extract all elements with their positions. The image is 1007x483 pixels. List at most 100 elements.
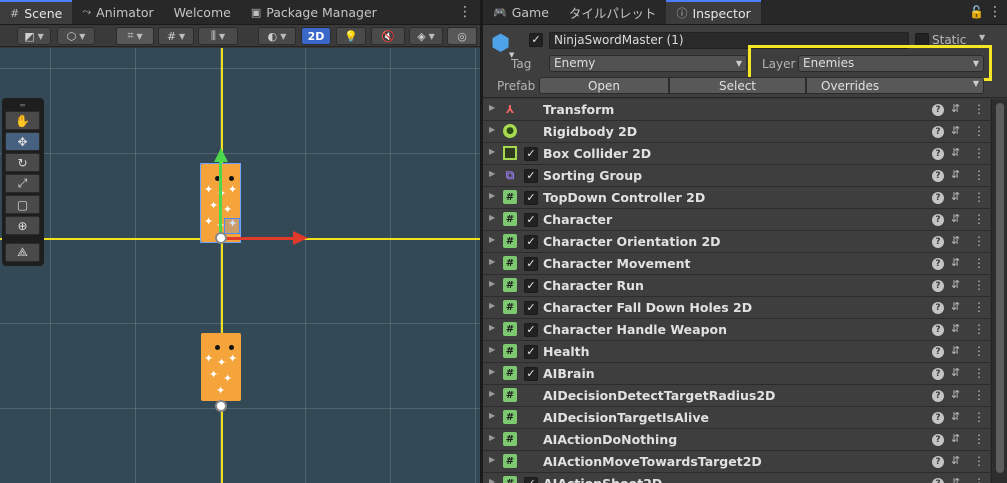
presets-icon[interactable]: ⇵ <box>951 278 960 291</box>
move-tool-button[interactable]: ✥ <box>5 132 40 151</box>
fold-arrow-icon[interactable]: ▶ <box>489 147 495 156</box>
help-icon[interactable]: ? <box>932 280 944 292</box>
presets-icon[interactable]: ⇵ <box>951 344 960 357</box>
presets-icon[interactable]: ⇵ <box>951 388 960 401</box>
custom-tool-button[interactable]: ⟁ <box>5 243 40 262</box>
help-icon[interactable]: ? <box>932 192 944 204</box>
component-row[interactable]: ▶ # AIDecisionDetectTargetRadius2D? ⇵ ⋮ <box>483 385 990 407</box>
fold-arrow-icon[interactable]: ▶ <box>489 235 495 244</box>
component-row[interactable]: ▶ # ✓ AIActionShoot2D? ⇵ ⋮ <box>483 473 990 483</box>
component-row[interactable]: ▶ # AIActionDoNothing? ⇵ ⋮ <box>483 429 990 451</box>
drag-handle-icon[interactable]: ═ <box>5 101 40 110</box>
component-row[interactable]: ▶ # ✓ AIBrain? ⇵ ⋮ <box>483 363 990 385</box>
help-icon[interactable]: ? <box>932 236 944 248</box>
presets-icon[interactable]: ⇵ <box>951 146 960 159</box>
presets-icon[interactable]: ⇵ <box>951 256 960 269</box>
component-row[interactable]: ▶ # ✓ Character Fall Down Holes 2D? ⇵ ⋮ <box>483 297 990 319</box>
render-mode-button[interactable]: ⬡ ▼ <box>57 27 95 45</box>
fold-arrow-icon[interactable]: ▶ <box>489 477 495 483</box>
presets-icon[interactable]: ⇵ <box>951 410 960 423</box>
tab-tile-palette[interactable]: タイルパレット <box>559 0 667 24</box>
kebab-menu-icon[interactable]: ⋮ <box>973 410 985 424</box>
component-row[interactable]: ▶ # ✓ Character Movement? ⇵ ⋮ <box>483 253 990 275</box>
fold-arrow-icon[interactable]: ▶ <box>489 257 495 266</box>
tab-scene[interactable]: # Scene <box>0 0 73 24</box>
fold-arrow-icon[interactable]: ▶ <box>489 345 495 354</box>
tab-welcome[interactable]: Welcome <box>164 0 241 24</box>
tag-dropdown[interactable]: Enemy ▼ <box>549 55 747 72</box>
kebab-menu-icon[interactable]: ⋮ <box>973 234 985 248</box>
kebab-menu-icon[interactable]: ⋮ <box>973 212 985 226</box>
component-row[interactable]: ▶ ● Rigidbody 2D? ⇵ ⋮ <box>483 121 990 143</box>
tab-animator[interactable]: ⤳ Animator <box>72 0 163 24</box>
presets-icon[interactable]: ⇵ <box>951 212 960 225</box>
help-icon[interactable]: ? <box>932 258 944 270</box>
fold-arrow-icon[interactable]: ▶ <box>489 169 495 178</box>
audio-button[interactable]: 🔇 <box>371 27 405 45</box>
gizmo-x-arrow-icon[interactable] <box>293 231 308 245</box>
help-icon[interactable]: ? <box>932 412 944 424</box>
presets-icon[interactable]: ⇵ <box>951 190 960 203</box>
component-enabled-checkbox[interactable]: ✓ <box>524 191 538 205</box>
component-row[interactable]: ▶ ⧉ ✓ Sorting Group? ⇵ ⋮ <box>483 165 990 187</box>
scrollbar-thumb[interactable] <box>996 103 1004 473</box>
shading-button[interactable]: ◐ ▼ <box>258 27 296 45</box>
fold-arrow-icon[interactable]: ▶ <box>489 125 495 134</box>
gizmo-y-arrow-icon[interactable] <box>214 148 228 162</box>
increment-snap-button[interactable]: ⫼ ▼ <box>198 27 238 45</box>
presets-icon[interactable]: ⇵ <box>951 168 960 181</box>
kebab-menu-icon[interactable]: ⋮ <box>450 0 480 24</box>
kebab-menu-icon[interactable]: ⋮ <box>973 168 985 182</box>
fold-arrow-icon[interactable]: ▶ <box>489 323 495 332</box>
fold-arrow-icon[interactable]: ▶ <box>489 213 495 222</box>
kebab-menu-icon[interactable]: ⋮ <box>973 124 985 138</box>
fold-arrow-icon[interactable]: ▶ <box>489 367 495 376</box>
component-row[interactable]: ▶ # AIActionMoveTowardsTarget2D? ⇵ ⋮ <box>483 451 990 473</box>
visibility-button[interactable]: ◎ <box>447 27 477 45</box>
hand-tool-button[interactable]: ✋ <box>5 111 40 130</box>
help-icon[interactable]: ? <box>932 478 944 483</box>
kebab-menu-icon[interactable]: ⋮ <box>973 344 985 358</box>
prefab-select-button[interactable]: Select <box>669 77 806 94</box>
presets-icon[interactable]: ⇵ <box>951 124 960 137</box>
scale-tool-button[interactable]: ⤢ <box>5 174 40 193</box>
kebab-menu-icon[interactable]: ⋮ <box>973 476 985 483</box>
kebab-menu-icon[interactable]: ⋮ <box>973 300 985 314</box>
rotate-tool-button[interactable]: ↻ <box>5 153 40 172</box>
effects-button[interactable]: ◈ ▼ <box>409 27 443 45</box>
gizmo-y-axis[interactable] <box>219 156 222 238</box>
component-row[interactable]: ▶ ⅄ Transform? ⇵ ⋮ <box>483 99 990 121</box>
layer-dropdown[interactable]: Enemies ▼ <box>798 55 984 72</box>
fold-arrow-icon[interactable]: ▶ <box>489 433 495 442</box>
inspector-scrollbar[interactable] <box>991 99 1007 483</box>
presets-icon[interactable]: ⇵ <box>951 102 960 115</box>
presets-icon[interactable]: ⇵ <box>951 322 960 335</box>
help-icon[interactable]: ? <box>932 104 944 116</box>
tab-package-manager[interactable]: ▣ Package Manager <box>241 0 387 24</box>
fold-arrow-icon[interactable]: ▶ <box>489 103 495 112</box>
help-icon[interactable]: ? <box>932 170 944 182</box>
ninja-sprite[interactable]: ✦ ✦ ✦ ✦ ✦ ✦ <box>201 333 241 401</box>
component-enabled-checkbox[interactable]: ✓ <box>524 169 538 183</box>
component-row[interactable]: ▶ # ✓ Character? ⇵ ⋮ <box>483 209 990 231</box>
pivot-handle[interactable] <box>215 400 227 412</box>
help-icon[interactable]: ? <box>932 368 944 380</box>
fold-arrow-icon[interactable]: ▶ <box>489 279 495 288</box>
fold-arrow-icon[interactable]: ▶ <box>489 455 495 464</box>
component-row[interactable]: ▶ # ✓ Character Orientation 2D? ⇵ ⋮ <box>483 231 990 253</box>
component-enabled-checkbox[interactable]: ✓ <box>524 235 538 249</box>
rect-tool-button[interactable]: ▢ <box>5 195 40 214</box>
presets-icon[interactable]: ⇵ <box>951 234 960 247</box>
component-row[interactable]: ▶ # ✓ Health? ⇵ ⋮ <box>483 341 990 363</box>
prefab-open-button[interactable]: Open <box>539 77 669 94</box>
presets-icon[interactable]: ⇵ <box>951 300 960 313</box>
lock-icon[interactable]: 🔓 <box>965 5 988 19</box>
help-icon[interactable]: ? <box>932 346 944 358</box>
component-row[interactable]: ▶ ✓ Box Collider 2D? ⇵ ⋮ <box>483 143 990 165</box>
component-row[interactable]: ▶ # ✓ Character Run? ⇵ ⋮ <box>483 275 990 297</box>
help-icon[interactable]: ? <box>932 302 944 314</box>
kebab-menu-icon[interactable]: ⋮ <box>973 146 985 160</box>
kebab-menu-icon[interactable]: ⋮ <box>973 190 985 204</box>
mode-2d-button[interactable]: 2D <box>301 27 331 45</box>
prefab-overrides-dropdown[interactable]: Overrides ▼ <box>806 77 984 94</box>
